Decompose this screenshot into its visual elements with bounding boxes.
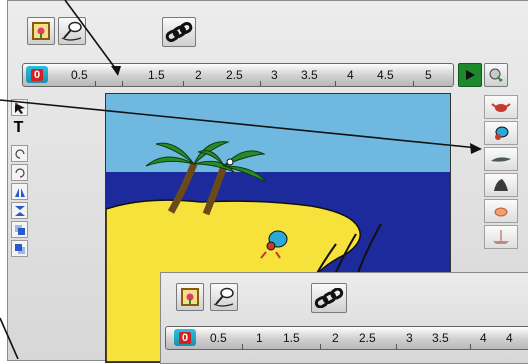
timeline-label: 2 <box>332 331 339 345</box>
timeline-label: 2.5 <box>359 331 376 345</box>
microphone-button[interactable] <box>58 17 86 45</box>
timeline-label: 4 <box>506 331 513 345</box>
crab-outline-icon <box>494 207 508 217</box>
timeline-label: 1.5 <box>148 68 165 82</box>
timeline-label: 3 <box>271 68 278 82</box>
picture-button[interactable] <box>176 283 204 311</box>
send-back-icon <box>14 243 25 254</box>
select-tool[interactable] <box>11 99 28 116</box>
sprite-item[interactable] <box>484 225 518 249</box>
microphone-button[interactable] <box>210 283 238 311</box>
timeline-label: 4 <box>480 331 487 345</box>
microphone-icon <box>61 21 82 41</box>
rotate-ccw-icon <box>14 148 25 159</box>
bring-front-tool[interactable] <box>11 221 28 238</box>
rotate-right-tool[interactable] <box>11 164 28 181</box>
text-tool[interactable]: T <box>11 118 26 136</box>
play-button[interactable] <box>458 63 482 87</box>
timeline-label: 1 <box>256 331 263 345</box>
timeline-label: 3 <box>406 331 413 345</box>
timeline-label: 4 <box>347 68 354 82</box>
timeline-label: 0.5 <box>71 68 88 82</box>
link-button[interactable] <box>162 17 196 47</box>
bring-front-icon <box>14 224 25 235</box>
chain-link-icon <box>165 22 193 42</box>
flip-horizontal-tool[interactable] <box>11 183 28 200</box>
timeline-label: 3.5 <box>301 68 318 82</box>
timeline-current-frame[interactable]: 0 <box>174 329 196 346</box>
flip-vertical-icon <box>14 205 25 216</box>
text-tool-icon: T <box>13 118 24 136</box>
sprite-item[interactable] <box>484 173 518 197</box>
arrow-tool-icon <box>14 102 25 114</box>
timeline-bar[interactable]: 0 0.5 1.5 2 2.5 3 3.5 4 4.5 5 <box>22 63 454 87</box>
picture-icon <box>181 288 199 306</box>
microphone-icon <box>213 287 234 307</box>
rotate-left-tool[interactable] <box>11 145 28 162</box>
seal-icon <box>494 179 508 191</box>
sprite-item[interactable] <box>484 199 518 223</box>
shipwreck-icon <box>493 230 509 244</box>
timeline-label: 0.5 <box>210 331 227 345</box>
timeline-bar[interactable]: 0 0.5 1 1.5 2 2.5 3 3.5 4 4 <box>165 326 528 350</box>
chain-link-icon <box>314 288 344 308</box>
sprite-item[interactable] <box>484 121 518 145</box>
timeline-label: 4.5 <box>377 68 394 82</box>
picture-icon <box>32 22 50 40</box>
timeline-current-frame[interactable]: 0 <box>26 66 48 83</box>
flip-horizontal-icon <box>14 187 25 197</box>
record-icon <box>489 68 503 82</box>
timeline-label: 2 <box>195 68 202 82</box>
tool-palette: T <box>8 93 32 293</box>
timeline-label: 3.5 <box>432 331 449 345</box>
send-back-tool[interactable] <box>11 240 28 257</box>
sprite-item[interactable] <box>484 147 518 171</box>
lizard-icon <box>491 157 511 162</box>
rotate-cw-icon <box>14 167 25 178</box>
timeline-label: 2.5 <box>226 68 243 82</box>
overlay-window: 0 0.5 1 1.5 2 2.5 3 3.5 4 4 <box>160 272 528 364</box>
crab-icon <box>491 103 511 112</box>
sprite-item[interactable] <box>484 95 518 119</box>
timeline-label: 1.5 <box>283 331 300 345</box>
picture-button[interactable] <box>27 17 55 45</box>
link-button[interactable] <box>311 283 347 313</box>
flip-vertical-tool[interactable] <box>11 202 28 219</box>
timeline-label: 5 <box>425 68 432 82</box>
sprite-palette <box>484 93 520 293</box>
hermit-crab-icon <box>495 126 509 140</box>
play-icon <box>466 70 475 80</box>
record-button[interactable] <box>484 63 508 87</box>
